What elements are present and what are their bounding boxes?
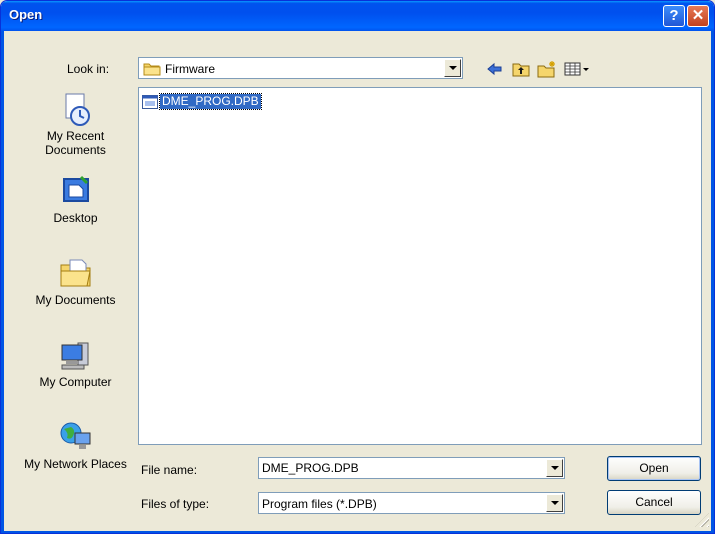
file-type-value: Program files (*.DPB) bbox=[262, 497, 377, 511]
desktop-icon bbox=[62, 175, 89, 202]
title-bar[interactable]: Open ? ✕ bbox=[1, 1, 714, 31]
place-label: My Computer bbox=[39, 375, 112, 389]
file-name-input[interactable] bbox=[262, 461, 532, 475]
recent-documents-icon bbox=[65, 93, 90, 126]
window-frame-left bbox=[1, 31, 4, 533]
file-name: DME_PROG.DPB bbox=[159, 93, 262, 110]
cancel-button[interactable]: Cancel bbox=[607, 490, 701, 515]
place-label: My Recent Documents bbox=[45, 129, 106, 157]
place-label: My Documents bbox=[35, 293, 116, 307]
dialog-title: Open bbox=[9, 7, 43, 22]
view-menu-icon[interactable] bbox=[563, 60, 591, 78]
close-button[interactable]: ✕ bbox=[687, 5, 709, 27]
file-type-label: Files of type: bbox=[141, 497, 210, 511]
file-name-label: File name: bbox=[141, 463, 198, 477]
place-my-network-places[interactable]: My Network Places bbox=[24, 419, 127, 471]
resize-grip[interactable] bbox=[695, 513, 709, 527]
look-in-dropdown[interactable]: Firmware bbox=[138, 57, 463, 79]
my-documents-icon bbox=[60, 259, 91, 287]
place-desktop[interactable]: Desktop bbox=[24, 173, 127, 225]
window-frame-right bbox=[711, 31, 714, 533]
place-label: Desktop bbox=[53, 211, 98, 225]
list-item[interactable]: DME_PROG.DPB bbox=[142, 93, 262, 110]
look-in-label: Look in: bbox=[67, 62, 110, 76]
program-file-icon bbox=[142, 94, 158, 109]
network-places-icon bbox=[60, 422, 90, 449]
place-my-computer[interactable]: My Computer bbox=[24, 337, 127, 389]
help-button[interactable]: ? bbox=[663, 5, 685, 27]
file-list-view[interactable]: DME_PROG.DPB bbox=[138, 87, 702, 445]
look-in-value: Firmware bbox=[165, 62, 215, 76]
open-dialog: Open ? ✕ Look in: Firmware My Recent Doc… bbox=[0, 0, 715, 534]
up-one-level-icon[interactable] bbox=[511, 60, 531, 78]
back-arrow-icon[interactable] bbox=[485, 60, 505, 78]
file-name-dropdown-arrow[interactable] bbox=[546, 459, 563, 477]
folder-icon bbox=[143, 63, 161, 76]
my-computer-icon bbox=[61, 342, 88, 370]
place-my-recent-documents[interactable]: My Recent Documents bbox=[24, 91, 127, 157]
look-in-dropdown-arrow[interactable] bbox=[444, 59, 461, 77]
open-button[interactable]: Open bbox=[607, 456, 701, 481]
file-name-combo[interactable] bbox=[258, 457, 565, 479]
file-type-select[interactable]: Program files (*.DPB) bbox=[258, 492, 565, 514]
places-bar: My Recent Documents Desktop My Documents bbox=[24, 87, 127, 491]
place-label: My Network Places bbox=[24, 457, 127, 471]
place-my-documents[interactable]: My Documents bbox=[24, 255, 127, 307]
create-new-folder-icon[interactable] bbox=[537, 60, 557, 78]
file-type-dropdown-arrow[interactable] bbox=[546, 494, 563, 512]
